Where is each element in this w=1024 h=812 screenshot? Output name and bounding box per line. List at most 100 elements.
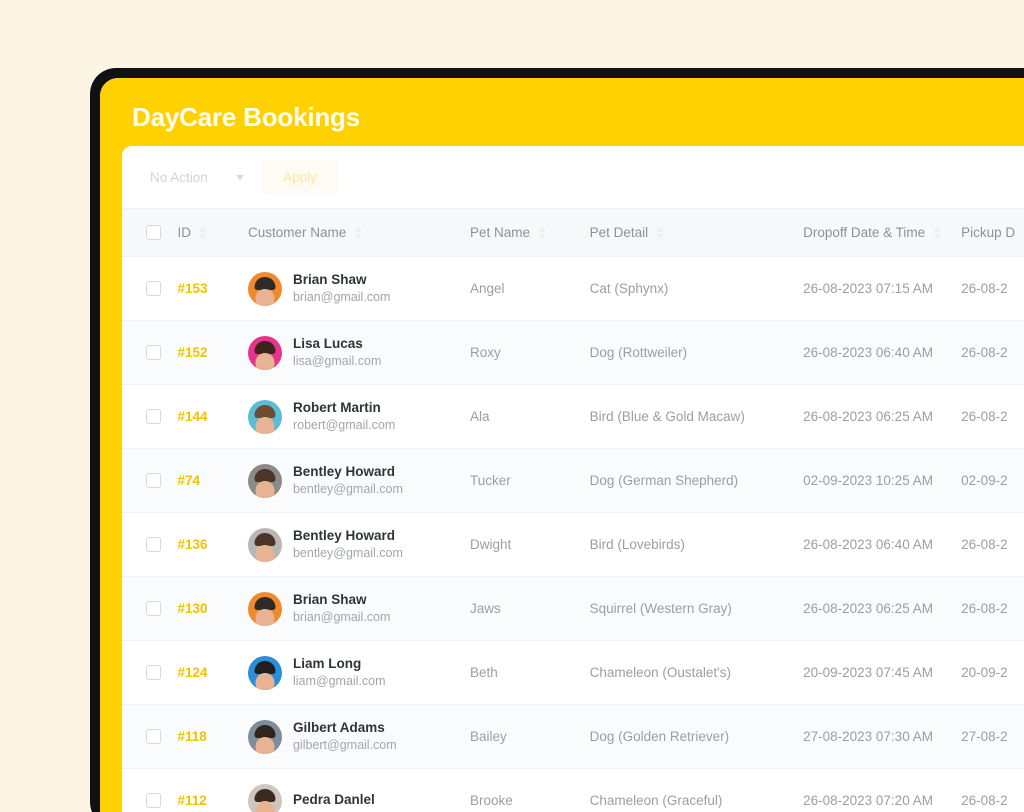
header-dropoff[interactable]: Dropoff Date & Time [803,208,962,257]
sort-icon[interactable] [538,226,547,239]
row-id-cell: #74 [178,449,248,513]
row-checkbox[interactable] [146,345,161,360]
sort-icon[interactable] [354,226,363,239]
row-customer-cell: Robert Martin robert@gmail.com [247,385,470,449]
row-customer-cell: Brian Shaw brian@gmail.com [247,577,470,641]
table-row[interactable]: #152 Lisa Lucas lisa@gmail.com Roxy Dog (Rot… [122,320,1024,385]
row-pickup: 26-08-2 [961,537,1008,552]
row-pet-name: Tucker [470,473,511,488]
sort-icon[interactable] [933,226,942,239]
row-checkbox[interactable] [146,281,161,296]
row-id-cell: #144 [178,385,248,449]
row-select-cell [122,513,178,577]
header-pet-name-label: Pet Name [470,225,531,240]
device-frame: DayCare Bookings No Action Apply ID Cust… [90,68,1024,812]
row-pickup: 26-08-2 [961,793,1008,808]
row-select-cell [122,705,178,769]
row-dropoff: 02-09-2023 10:25 AM [803,473,933,488]
table-row[interactable]: #136 Bentley Howard bentley@gmail.com Dwigh… [122,512,1024,577]
header-customer-name[interactable]: Customer Name [247,208,471,257]
customer-name: Liam Long [292,655,362,671]
row-pickup: 26-08-2 [961,601,1008,616]
header-id[interactable]: ID [177,208,248,257]
row-checkbox[interactable] [146,665,161,680]
row-checkbox[interactable] [146,409,161,424]
row-pet-name: Dwight [470,537,512,552]
bulk-action-value: No Action [150,169,208,185]
avatar [247,527,282,562]
customer-email: gilbert@gmail.com [292,738,397,753]
row-dropoff: 26-08-2023 07:15 AM [803,281,933,296]
row-customer-cell: Liam Long liam@gmail.com [247,641,470,705]
table-row[interactable]: #130 Brian Shaw brian@gmail.com Jaws Squirre… [122,576,1024,641]
header-select-all [122,208,178,257]
booking-id-link[interactable]: #118 [178,729,207,744]
row-select-cell [122,577,178,641]
row-checkbox[interactable] [146,473,161,488]
table-row[interactable]: #124 Liam Long liam@gmail.com Beth Chameleon… [122,640,1024,705]
row-pickup: 27-08-2 [961,729,1008,744]
row-dropoff: 26-08-2023 06:25 AM [803,601,933,616]
row-checkbox[interactable] [146,601,161,616]
header-pet-name[interactable]: Pet Name [470,208,590,257]
app-screen: DayCare Bookings No Action Apply ID Cust… [100,78,1024,812]
customer-name: Robert Martin [292,399,381,415]
row-pickup: 26-08-2 [961,281,1008,296]
customer-name: Lisa Lucas [292,335,363,351]
customer-email: bentley@gmail.com [292,546,403,561]
table-row[interactable]: #153 Brian Shaw brian@gmail.com Angel Cat (S… [122,256,1024,321]
row-checkbox[interactable] [146,793,161,808]
booking-id-link[interactable]: #144 [178,409,208,424]
customer-name: Pedra Danlel [292,792,375,808]
booking-id-link[interactable]: #74 [178,473,201,488]
row-pet-name: Beth [470,665,498,680]
booking-id-link[interactable]: #153 [178,281,208,296]
header-pet-detail-label: Pet Detail [589,225,649,240]
bookings-table: ID Customer Name Pet Name Pet Detail Dro… [122,208,1024,812]
chevron-down-icon [236,174,244,180]
booking-id-link[interactable]: #130 [178,601,208,616]
header-id-label: ID [177,225,192,240]
header-pickup[interactable]: Pickup D [961,208,1024,257]
table-row[interactable]: #118 Gilbert Adams gilbert@gmail.com Bailey… [122,704,1024,769]
table-row[interactable]: #74 Bentley Howard bentley@gmail.com Tucker… [122,448,1024,513]
row-dropoff: 26-08-2023 06:25 AM [803,409,933,424]
avatar [247,591,282,626]
row-pet-detail: Dog (Golden Retriever) [589,729,730,744]
row-id-cell: #130 [178,577,248,641]
booking-id-link[interactable]: #112 [178,793,207,808]
row-id-cell: #112 [178,769,248,812]
booking-id-link[interactable]: #124 [178,665,208,680]
header-customer-name-label: Customer Name [247,225,347,240]
row-pet-detail: Cat (Sphynx) [589,281,669,296]
app-header: DayCare Bookings [100,78,1024,156]
avatar [247,399,282,434]
row-dropoff: 26-08-2023 06:40 AM [803,537,933,552]
row-pet-name: Bailey [470,729,507,744]
sort-icon[interactable] [656,226,665,239]
booking-id-link[interactable]: #136 [178,537,208,552]
content-panel: No Action Apply ID Customer Name Pet Nam… [122,146,1024,812]
customer-email: liam@gmail.com [292,674,386,689]
customer-name: Brian Shaw [292,591,367,607]
row-pet-detail: Squirrel (Western Gray) [589,601,732,616]
booking-id-link[interactable]: #152 [178,345,208,360]
table-row[interactable]: #112 Pedra Danlel Brooke Chameleon (Gracefu… [122,768,1024,812]
avatar [247,719,282,754]
avatar [247,655,282,690]
header-pickup-label: Pickup D [961,225,1016,240]
select-all-checkbox[interactable] [146,225,161,240]
row-pickup: 26-08-2 [961,345,1008,360]
row-pet-name: Roxy [470,345,501,360]
row-dropoff: 26-08-2023 06:40 AM [803,345,933,360]
row-checkbox[interactable] [146,729,161,744]
table-header: ID Customer Name Pet Name Pet Detail Dro… [122,208,1024,257]
sort-icon[interactable] [199,226,208,239]
row-dropoff: 26-08-2023 07:20 AM [803,793,933,808]
row-checkbox[interactable] [146,537,161,552]
bulk-action-select[interactable]: No Action [146,162,250,192]
header-pet-detail[interactable]: Pet Detail [589,208,804,257]
avatar [247,783,282,812]
apply-button[interactable]: Apply [262,160,338,194]
table-row[interactable]: #144 Robert Martin robert@gmail.com Ala Bird… [122,384,1024,449]
